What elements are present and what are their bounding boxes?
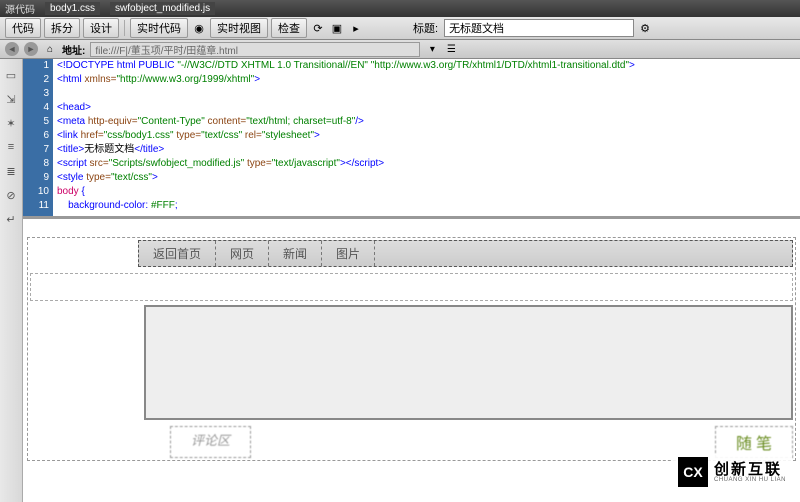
nav-image[interactable]: 图片	[322, 241, 375, 266]
title-label: 标题:	[413, 20, 438, 36]
split-button[interactable]: 拆分	[44, 18, 80, 38]
wrap-icon[interactable]: ↵	[3, 211, 19, 227]
inspect-button[interactable]: 检查	[271, 18, 307, 38]
live-code-icon[interactable]: ◉	[191, 20, 207, 36]
titlebar: 源代码 body1.css swfobject_modified.js	[0, 0, 800, 17]
separator	[124, 20, 125, 36]
address-input[interactable]	[90, 42, 420, 57]
expand-icon[interactable]: ⇲	[3, 91, 19, 107]
watermark-en: CHUANG XIN HU LIAN	[714, 477, 786, 483]
design-button[interactable]: 设计	[83, 18, 119, 38]
home-icon[interactable]: ⌂	[43, 42, 57, 56]
editor-area: 1234567891011 <!DOCTYPE html PUBLIC "-//…	[23, 59, 800, 502]
dropdown-icon[interactable]: ▾	[425, 42, 439, 56]
watermark: CX 创新互联 CHUANG XIN HU LIAN	[672, 454, 792, 490]
content-row	[30, 305, 793, 420]
browse-icon[interactable]: ▣	[329, 20, 345, 36]
code-editor[interactable]: <!DOCTYPE html PUBLIC "-//W3C//DTD XHTML…	[53, 59, 800, 216]
settings-icon[interactable]: ⚙	[637, 20, 653, 36]
outdent-icon[interactable]: ≣	[3, 163, 19, 179]
address-label: 地址:	[62, 42, 85, 57]
left-toolbar: ▭ ⇲ ✶ ≡ ≣ ⊘ ↵	[0, 59, 23, 502]
live-view-button[interactable]: 实时视图	[210, 18, 268, 38]
nav-empty	[375, 241, 792, 266]
nav-home[interactable]: 返回首页	[139, 241, 216, 266]
options-icon[interactable]: ▸	[348, 20, 364, 36]
back-icon[interactable]: ◄	[5, 42, 19, 56]
watermark-logo: CX	[678, 457, 708, 487]
title-input[interactable]	[444, 19, 634, 37]
main-toolbar: 代码 拆分 设计 实时代码 ◉ 实时视图 检查 ⟳ ▣ ▸ 标题: ⚙	[0, 17, 800, 40]
footer-left[interactable]: 评论区	[170, 426, 251, 458]
bookmark-icon[interactable]: ☰	[444, 42, 458, 56]
forward-icon[interactable]: ►	[24, 42, 38, 56]
code-view: 1234567891011 <!DOCTYPE html PUBLIC "-//…	[23, 59, 800, 219]
code-button[interactable]: 代码	[5, 18, 41, 38]
nav-web[interactable]: 网页	[216, 241, 269, 266]
nav-news[interactable]: 新闻	[269, 241, 322, 266]
source-label: 源代码	[5, 1, 35, 16]
address-bar: ◄ ► ⌂ 地址: ▾ ☰	[0, 40, 800, 59]
main-area: ▭ ⇲ ✶ ≡ ≣ ⊘ ↵ 1234567891011 <!DOCTYPE ht…	[0, 59, 800, 502]
selection-tool-icon[interactable]: ▭	[3, 67, 19, 83]
watermark-cn: 创新互联	[714, 462, 786, 477]
file-tab-js[interactable]: swfobject_modified.js	[110, 2, 215, 15]
live-code-button[interactable]: 实时代码	[130, 18, 188, 38]
spacer	[30, 273, 793, 301]
refresh-icon[interactable]: ⟳	[310, 20, 326, 36]
nav-row: 返回首页 网页 新闻 图片	[138, 240, 793, 267]
line-number-gutter: 1234567891011	[23, 59, 53, 216]
comment-icon[interactable]: ⊘	[3, 187, 19, 203]
file-tab-css[interactable]: body1.css	[45, 2, 100, 15]
content-box-left[interactable]	[144, 305, 793, 420]
tag-icon[interactable]: ✶	[3, 115, 19, 131]
page-outline: 返回首页 网页 新闻 图片 评论区 随 笔	[27, 237, 796, 461]
indent-icon[interactable]: ≡	[3, 139, 19, 155]
